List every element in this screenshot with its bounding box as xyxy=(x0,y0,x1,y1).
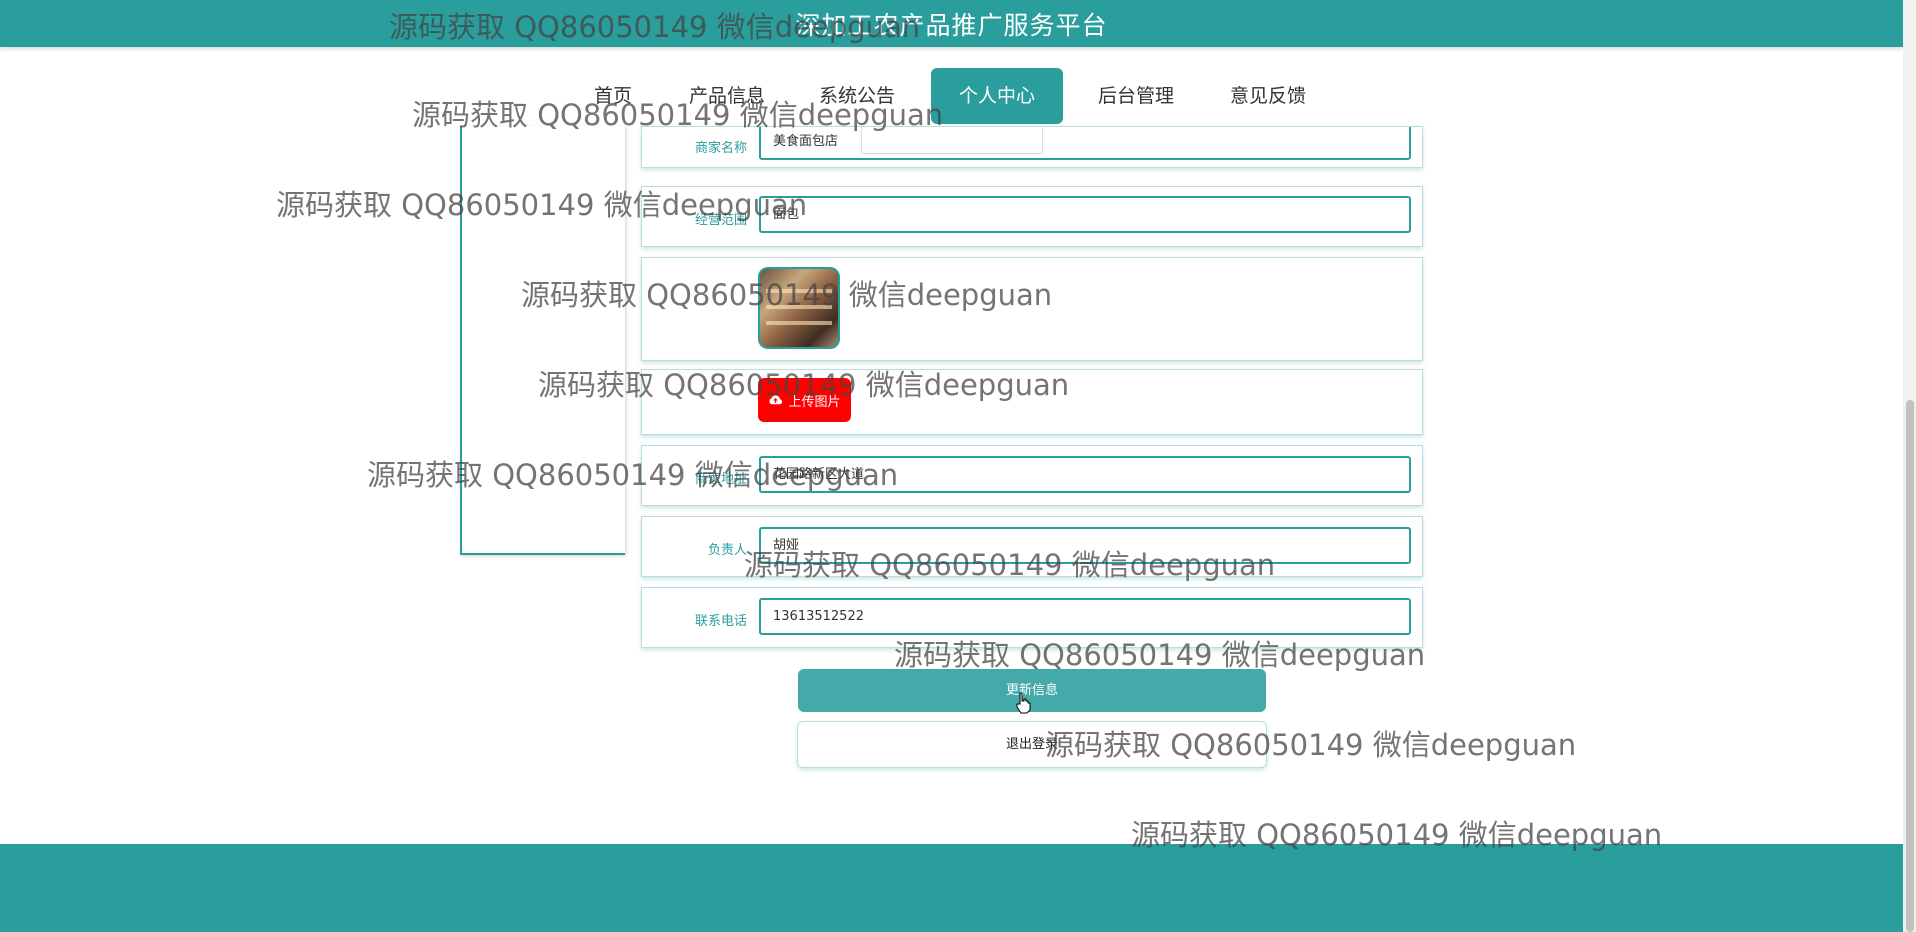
form-row-phone: 联系电话 13613512522 xyxy=(641,587,1423,648)
shop-name-label: 商家名称 xyxy=(694,141,747,156)
phone-label: 联系电话 xyxy=(694,614,747,629)
shop-address-input[interactable]: 花园路新区大道 xyxy=(759,456,1411,493)
nav-item-admin[interactable]: 后台管理 xyxy=(1090,68,1182,124)
form-row-manager: 负责人 胡娅 xyxy=(641,516,1423,577)
sidebar-frame xyxy=(460,126,625,555)
manager-value: 胡娅 xyxy=(773,538,800,553)
page-footer xyxy=(0,844,1903,932)
nav-item-feedback[interactable]: 意见反馈 xyxy=(1222,68,1314,124)
business-scope-input[interactable]: 面包 xyxy=(759,196,1411,233)
upload-image-label: 上传图片 xyxy=(788,394,841,410)
shop-name-input[interactable]: 美食面包店 xyxy=(759,127,1411,160)
logout-button[interactable]: 退出登录 xyxy=(797,721,1267,768)
shop-image-thumbnail[interactable] xyxy=(758,267,840,349)
scrollbar-thumb[interactable] xyxy=(1906,400,1914,932)
shop-address-label: 商家地址 xyxy=(694,472,747,487)
nav-item-home[interactable]: 首页 xyxy=(584,68,642,124)
manager-input[interactable]: 胡娅 xyxy=(759,527,1411,564)
form-row-business-scope: 经营范围 面包 xyxy=(641,186,1423,247)
nav-item-products[interactable]: 产品信息 xyxy=(682,68,772,124)
phone-value: 13613512522 xyxy=(773,609,864,624)
site-title: 深加工农产品推广服务平台 xyxy=(795,10,1108,40)
business-scope-value: 面包 xyxy=(773,207,800,222)
form-row-upload: 上传图片 xyxy=(641,369,1423,435)
form-row-shop-address: 商家地址 花园路新区大道 xyxy=(641,445,1423,506)
hand-cursor-icon xyxy=(1016,692,1031,714)
upload-image-button[interactable]: 上传图片 xyxy=(758,378,851,422)
business-scope-label: 经营范围 xyxy=(694,213,747,228)
shop-address-value: 花园路新区大道 xyxy=(773,467,865,482)
cloud-upload-icon xyxy=(769,394,783,404)
shop-name-dropdown xyxy=(861,127,1043,154)
main-nav: 首页 产品信息 系统公告 个人中心 后台管理 意见反馈 xyxy=(0,68,1903,126)
top-header-bar: 深加工农产品推广服务平台 xyxy=(0,0,1903,47)
form-row-shop-image xyxy=(641,257,1423,361)
nav-item-announcements[interactable]: 系统公告 xyxy=(812,68,902,124)
shop-name-value: 美食面包店 xyxy=(773,134,839,149)
form-row-shop-name: 商家名称 美食面包店 xyxy=(641,126,1423,168)
manager-label: 负责人 xyxy=(707,543,747,558)
phone-input[interactable]: 13613512522 xyxy=(759,598,1411,635)
nav-item-personal-center[interactable]: 个人中心 xyxy=(931,68,1063,124)
vertical-scrollbar[interactable] xyxy=(1903,0,1916,932)
update-info-button[interactable]: 更新信息 xyxy=(798,669,1266,712)
